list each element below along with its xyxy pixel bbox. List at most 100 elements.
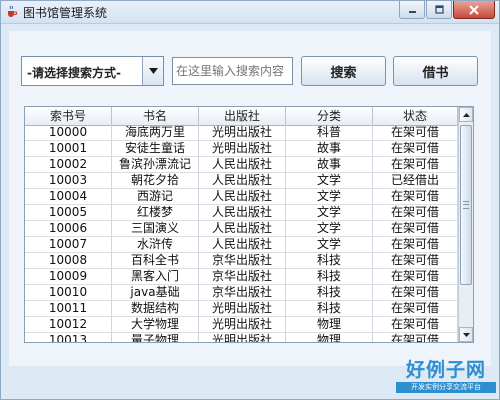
title-bar[interactable]: 图书馆管理系统 [1, 1, 499, 24]
table-cell: 10013 [25, 333, 112, 342]
table-cell: 朝花夕拾 [112, 173, 199, 189]
table-cell: 三国演义 [112, 221, 199, 237]
table-row[interactable]: 10006 三国演义 人民出版社 文学 在架可借 [25, 221, 458, 237]
table-row[interactable]: 10004 西游记 人民出版社 文学 在架可借 [25, 189, 458, 205]
table-row[interactable]: 10005 红楼梦 人民出版社 文学 在架可借 [25, 205, 458, 221]
column-header-call-number[interactable]: 索书号 [25, 107, 112, 125]
dropdown-arrow-button[interactable] [142, 57, 163, 85]
table-cell: 在架可借 [373, 189, 458, 205]
minimize-button[interactable] [399, 1, 425, 19]
table-cell: 在架可借 [373, 125, 458, 141]
table-cell: 物理 [286, 333, 373, 342]
table-cell: 故事 [286, 141, 373, 157]
table-cell: 文学 [286, 205, 373, 221]
table-cell: 水浒传 [112, 237, 199, 253]
table-cell: 人民出版社 [199, 189, 286, 205]
java-cup-icon [8, 5, 18, 17]
window-controls [398, 1, 495, 21]
table-cell: 10004 [25, 189, 112, 205]
scroll-up-button[interactable] [459, 107, 473, 122]
table-cell: 10005 [25, 205, 112, 221]
table-cell: 在架可借 [373, 333, 458, 342]
table-cell: 光明出版社 [199, 125, 286, 141]
table-row[interactable]: 10007 水浒传 人民出版社 文学 在架可借 [25, 237, 458, 253]
table-cell: 人民出版社 [199, 173, 286, 189]
table-cell: 光明出版社 [199, 333, 286, 342]
table-cell: 科技 [286, 253, 373, 269]
table-cell: 10003 [25, 173, 112, 189]
close-button[interactable] [453, 1, 495, 19]
arrow-down-icon [462, 332, 470, 337]
search-mode-dropdown[interactable]: -请选择搜索方式- [21, 56, 164, 86]
table-cell: 在架可借 [373, 157, 458, 173]
grip-icon [463, 201, 469, 209]
scroll-thumb[interactable] [460, 125, 472, 285]
table-cell: 光明出版社 [199, 317, 286, 333]
table-cell: 已经借出 [373, 173, 458, 189]
table-cell: 人民出版社 [199, 237, 286, 253]
table-cell: 光明出版社 [199, 301, 286, 317]
table-cell: 黑客入门 [112, 269, 199, 285]
table-row[interactable]: 10008 百科全书 京华出版社 科技 在架可借 [25, 253, 458, 269]
table-cell: 10002 [25, 157, 112, 173]
table-cell: 人民出版社 [199, 205, 286, 221]
book-table: 索书号 书名 出版社 分类 状态 10000 海底两万里 光明出版社 科普 在架可借 10… [24, 106, 474, 343]
watermark-tagline: 开发实例分享交流平台 [396, 382, 496, 393]
table-cell: 京华出版社 [199, 269, 286, 285]
table-cell: 10006 [25, 221, 112, 237]
table-cell: 文学 [286, 237, 373, 253]
maximize-button[interactable] [426, 1, 452, 19]
table-row[interactable]: 10000 海底两万里 光明出版社 科普 在架可借 [25, 125, 458, 141]
table-cell: 京华出版社 [199, 253, 286, 269]
app-window: 图书馆管理系统 -请选择搜索方式- 搜索 借书 索书号 书名 出版社 分类 [0, 0, 500, 400]
table-row[interactable]: 10012 大学物理 光明出版社 物理 在架可借 [25, 317, 458, 333]
table-cell: 百科全书 [112, 253, 199, 269]
table-cell: 10011 [25, 301, 112, 317]
column-header-title[interactable]: 书名 [112, 107, 199, 125]
table-cell: 物理 [286, 317, 373, 333]
minimize-icon [408, 11, 416, 13]
table-row[interactable]: 10011 数据结构 光明出版社 科技 在架可借 [25, 301, 458, 317]
table-cell: 在架可借 [373, 317, 458, 333]
table-cell: 科普 [286, 125, 373, 141]
table-cell: 在架可借 [373, 253, 458, 269]
table-row[interactable]: 10003 朝花夕拾 人民出版社 文学 已经借出 [25, 173, 458, 189]
borrow-button[interactable]: 借书 [393, 56, 478, 86]
table-cell: 在架可借 [373, 301, 458, 317]
table-cell: 文学 [286, 173, 373, 189]
table-cell: 10008 [25, 253, 112, 269]
table-cell: 在架可借 [373, 285, 458, 301]
table-row[interactable]: 10002 鲁滨孙漂流记 人民出版社 故事 在架可借 [25, 157, 458, 173]
search-button[interactable]: 搜索 [301, 56, 386, 86]
table-row[interactable]: 10013 量子物理 光明出版社 物理 在架可借 [25, 333, 458, 342]
table-cell: 科技 [286, 301, 373, 317]
table-cell: 大学物理 [112, 317, 199, 333]
search-input[interactable] [172, 57, 293, 85]
table-cell: 人民出版社 [199, 221, 286, 237]
search-mode-value: -请选择搜索方式- [27, 66, 121, 80]
table-cell: 数据结构 [112, 301, 199, 317]
table-row[interactable]: 10009 黑客入门 京华出版社 科技 在架可借 [25, 269, 458, 285]
table-body: 10000 海底两万里 光明出版社 科普 在架可借 10001 安徒生童话 光明出版社 故事 在架… [25, 125, 458, 342]
column-header-category[interactable]: 分类 [286, 107, 373, 125]
vertical-scrollbar[interactable] [458, 107, 473, 342]
table-row[interactable]: 10010 java基础 京华出版社 科技 在架可借 [25, 285, 458, 301]
table-cell: 10010 [25, 285, 112, 301]
maximize-icon [434, 5, 444, 14]
table-cell: 在架可借 [373, 205, 458, 221]
watermark-brand: 好例子网 [405, 359, 486, 381]
table-cell: 文学 [286, 221, 373, 237]
site-watermark: 好例子网 开发实例分享交流平台 [396, 359, 496, 397]
table-cell: 在架可借 [373, 269, 458, 285]
column-header-publisher[interactable]: 出版社 [199, 107, 286, 125]
table-cell: 西游记 [112, 189, 199, 205]
table-cell: 10007 [25, 237, 112, 253]
table-cell: 文学 [286, 189, 373, 205]
scroll-down-button[interactable] [459, 327, 473, 342]
table-cell: 科技 [286, 269, 373, 285]
column-header-status[interactable]: 状态 [373, 107, 458, 125]
arrow-up-icon [462, 112, 470, 117]
table-cell: 在架可借 [373, 141, 458, 157]
table-row[interactable]: 10001 安徒生童话 光明出版社 故事 在架可借 [25, 141, 458, 157]
table-cell: 红楼梦 [112, 205, 199, 221]
